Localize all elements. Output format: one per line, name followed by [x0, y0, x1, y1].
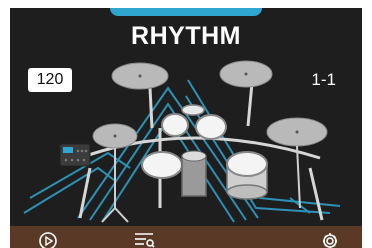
playlist-icon	[135, 233, 155, 248]
drum-module	[59, 143, 91, 167]
tom-small	[181, 104, 205, 116]
play-button[interactable]	[28, 226, 68, 248]
bottom-toolbar	[10, 226, 362, 248]
measure-counter: 1-1	[311, 70, 336, 89]
screen-title: RHYTHM	[131, 22, 241, 50]
tempo-display[interactable]: 120	[28, 68, 72, 92]
snare-drum	[141, 151, 183, 179]
tom-1	[161, 113, 189, 137]
tom-2	[195, 114, 227, 140]
settings-icon	[323, 233, 337, 248]
playlist-button[interactable]	[124, 226, 164, 248]
rhythm-screen: RHYTHM 120 1-1	[10, 8, 362, 248]
settings-button[interactable]	[310, 226, 350, 248]
play-icon	[39, 232, 57, 248]
kick-pad	[181, 150, 207, 197]
floor-tom	[226, 151, 268, 200]
